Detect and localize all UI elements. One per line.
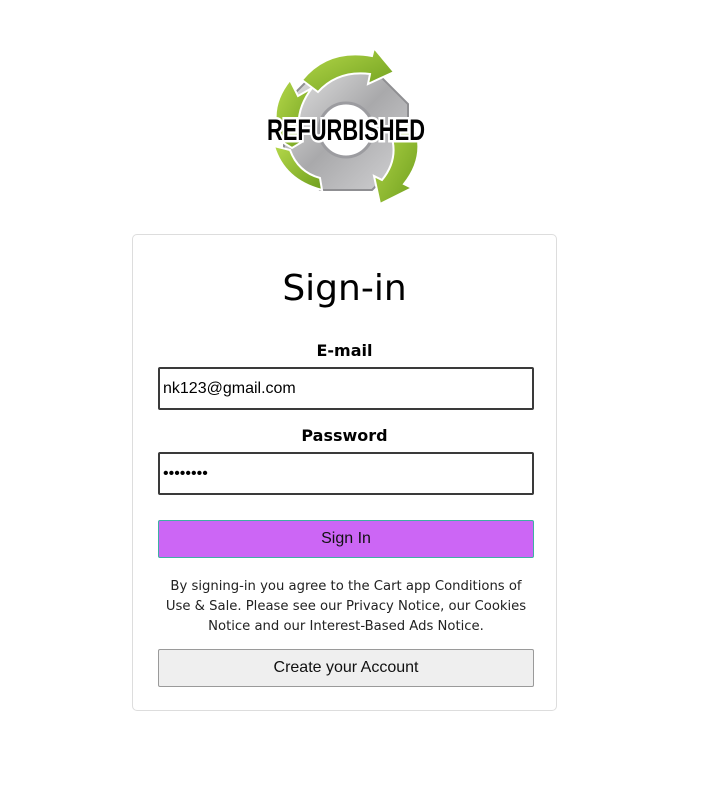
recycle-gear-logo-icon: REFURBISHED REFURBISHED [265, 50, 428, 206]
signin-page: REFURBISHED REFURBISHED Sign-in E-mail P… [0, 0, 705, 792]
password-field[interactable] [158, 452, 534, 495]
sign-in-button[interactable]: Sign In [158, 520, 534, 558]
email-field[interactable] [158, 367, 534, 410]
refurbished-logo: REFURBISHED REFURBISHED [262, 50, 430, 206]
logo-text: REFURBISHED [267, 114, 425, 147]
create-account-button[interactable]: Create your Account [158, 649, 534, 687]
password-label: Password [301, 426, 388, 445]
terms-notice: By signing-in you agree to the Cart app … [165, 579, 527, 634]
email-label: E-mail [316, 341, 373, 360]
signin-card: Sign-in E-mail Password Sign In By signi… [132, 234, 557, 711]
page-title: Sign-in [282, 268, 407, 309]
